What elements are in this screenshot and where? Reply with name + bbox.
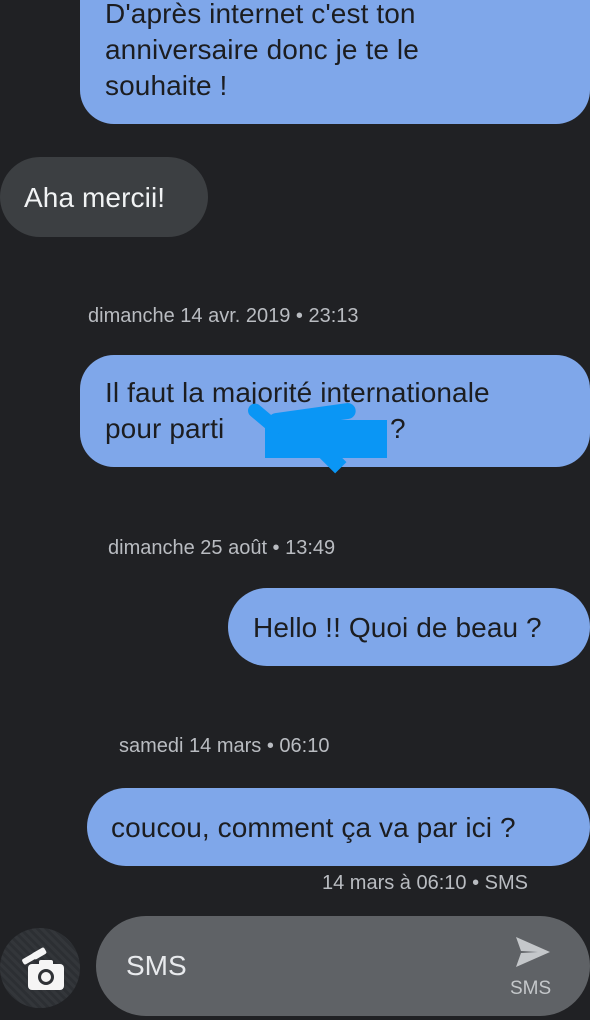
message-line: souhaite ! — [105, 70, 228, 101]
message-line: Aha mercii! — [24, 182, 166, 213]
compose-bar: SMS — [96, 916, 590, 1016]
send-icon — [516, 937, 550, 967]
date-divider: dimanche 25 août • 13:49 — [108, 537, 336, 559]
message-bubble-outgoing[interactable]: D'après internet c'est ton anniversaire … — [80, 0, 590, 124]
message-bubble-outgoing[interactable]: coucou, comment ça va par ici ? — [87, 788, 590, 866]
message-bubble-outgoing[interactable]: Hello !! Quoi de beau ? — [228, 588, 590, 666]
date-divider: dimanche 14 avr. 2019 • 23:13 — [88, 305, 359, 327]
attach-camera-button[interactable] — [0, 928, 80, 1008]
conversation-screen: D'après internet c'est ton anniversaire … — [0, 0, 590, 1020]
message-line: coucou, comment ça va par ici ? — [111, 812, 516, 843]
date-divider: samedi 14 mars • 06:10 — [119, 735, 330, 757]
send-label: SMS — [510, 978, 552, 999]
message-line: D'après internet c'est ton — [105, 0, 416, 29]
message-input[interactable] — [126, 944, 486, 988]
message-line: Hello !! Quoi de beau ? — [253, 612, 542, 643]
message-status: 14 mars à 06:10 • SMS — [322, 872, 528, 894]
message-bubble-incoming[interactable]: Aha mercii! — [0, 157, 208, 237]
message-line: anniversaire donc je te le — [105, 34, 419, 65]
send-button[interactable]: SMS — [496, 930, 566, 1010]
camera-icon — [22, 947, 64, 990]
